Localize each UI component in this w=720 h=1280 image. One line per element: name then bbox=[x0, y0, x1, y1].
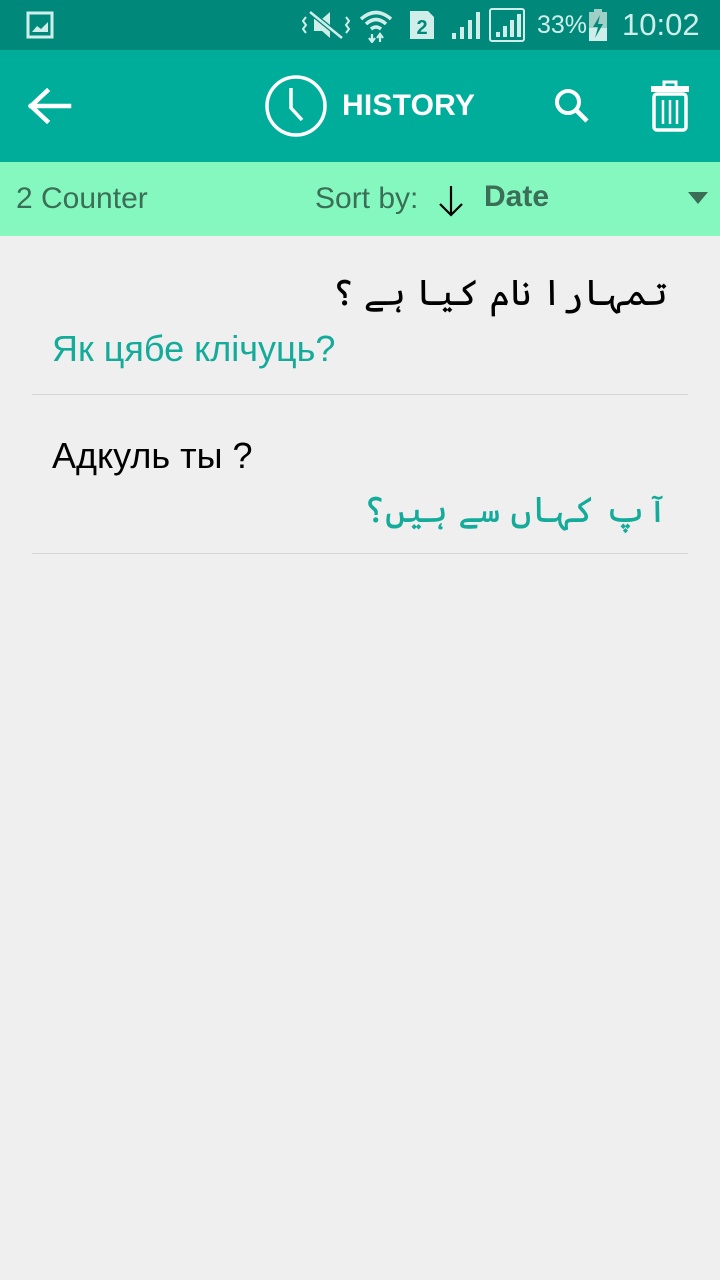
app-bar: HISTORY bbox=[0, 50, 720, 162]
history-counter: 2 Counter bbox=[16, 182, 148, 215]
source-text: تمہارا نام کیا ہے ؟ bbox=[332, 272, 668, 313]
history-list: تمہارا نام کیا ہے ؟ Як цябе клічуць? Адк… bbox=[0, 236, 720, 554]
trash-icon bbox=[651, 80, 689, 132]
wifi-icon bbox=[358, 0, 394, 50]
arrow-left-icon bbox=[27, 88, 72, 124]
page-title: HISTORY bbox=[264, 74, 475, 138]
sim2-icon: 2 bbox=[408, 0, 436, 50]
dropdown-arrow-icon[interactable] bbox=[688, 192, 708, 204]
sort-direction-button[interactable] bbox=[436, 184, 466, 223]
clock-time: 10:02 bbox=[622, 7, 700, 42]
back-button[interactable] bbox=[20, 78, 80, 134]
source-text: Адкуль ты ? bbox=[52, 435, 253, 476]
svg-text:2: 2 bbox=[416, 17, 427, 39]
vibrate-mute-icon bbox=[302, 0, 350, 50]
arrow-down-icon bbox=[439, 186, 463, 217]
status-bar: 2 33% 10:02 bbox=[0, 0, 720, 50]
list-item[interactable]: Адкуль ты ? آپ کہاں سے ہیں؟ bbox=[32, 395, 688, 554]
battery-charging-icon bbox=[588, 0, 608, 50]
gallery-icon bbox=[26, 0, 54, 50]
title-text: HISTORY bbox=[342, 89, 476, 122]
translation-text: آپ کہاں سے ہیں؟ bbox=[363, 489, 668, 530]
translation-text: Як цябе клічуць? bbox=[52, 328, 336, 369]
clock-icon bbox=[265, 75, 327, 137]
battery-percent: 33% bbox=[537, 10, 588, 39]
search-icon bbox=[555, 89, 589, 123]
delete-all-button[interactable] bbox=[642, 76, 698, 136]
search-button[interactable] bbox=[544, 80, 600, 132]
signal-icon bbox=[450, 0, 486, 50]
sort-bar: 2 Counter Sort by: Date bbox=[0, 162, 720, 236]
sort-select[interactable]: Date bbox=[484, 180, 549, 214]
sort-label: Sort by: bbox=[315, 182, 419, 215]
list-item[interactable]: تمہارا نام کیا ہے ؟ Як цябе клічуць? bbox=[32, 236, 688, 395]
signal-icon bbox=[488, 0, 526, 50]
